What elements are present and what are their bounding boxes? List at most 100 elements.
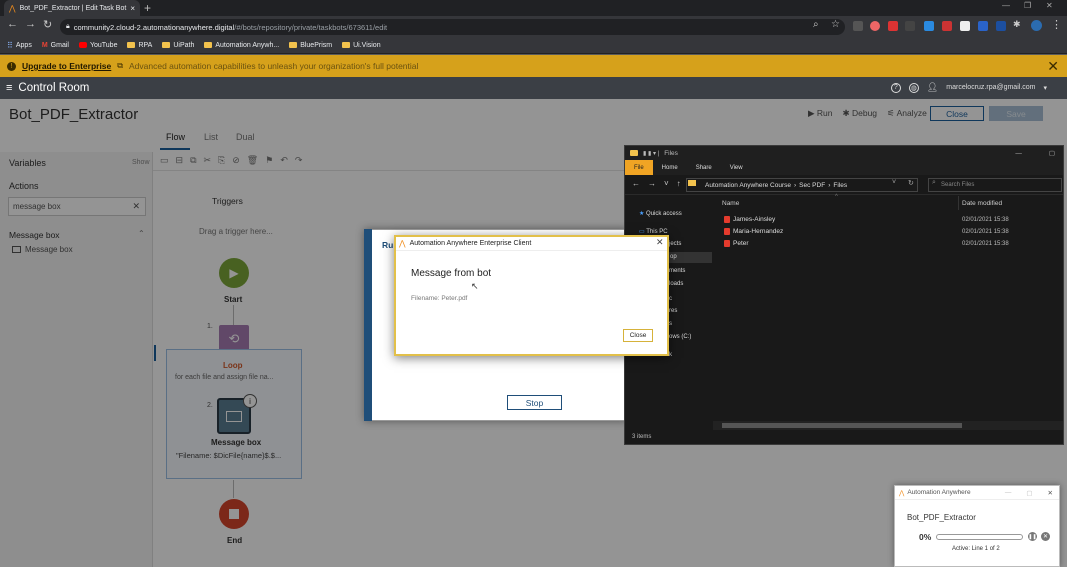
stop-icon[interactable]: ✕ xyxy=(1041,532,1050,541)
minimize-icon[interactable]: — xyxy=(1015,150,1022,157)
bookmarks-bar: ⠿ Apps M Gmail YouTube RPA UiPath Automati… xyxy=(0,37,1067,54)
column-header-name[interactable]: Name xyxy=(722,200,739,207)
extension-icon[interactable] xyxy=(853,21,863,31)
pause-icon[interactable]: ❚❚ xyxy=(1028,532,1037,541)
bookmark-apps[interactable]: ⠿ Apps xyxy=(7,41,32,50)
explorer-nav-buttons: ← → ˅ ↑ xyxy=(632,179,681,188)
maximize-icon[interactable]: ❐ xyxy=(1024,1,1031,10)
quick-access-toolbar-icon[interactable]: ▮ ▮ ▾ | xyxy=(643,150,659,157)
nav-item[interactable]: op xyxy=(670,254,677,260)
forward-icon[interactable]: → xyxy=(648,179,656,188)
app-title: Control Room xyxy=(18,82,90,94)
banner-close-icon[interactable]: ✕ xyxy=(1047,58,1059,75)
banner-message: Advanced automation capabilities to unle… xyxy=(129,61,419,71)
bookmark-rpa[interactable]: RPA xyxy=(127,42,152,49)
file-row[interactable]: Peter xyxy=(724,240,749,247)
help-icon[interactable]: ? xyxy=(890,82,901,93)
hamburger-menu-icon[interactable]: ≡ xyxy=(6,82,12,94)
window-close-icon[interactable]: ✕ xyxy=(1046,1,1053,10)
nav-item[interactable]: loads xyxy=(669,281,683,287)
file-row[interactable]: James-Ainsley xyxy=(724,216,775,223)
ribbon-tab-file[interactable]: File xyxy=(625,160,653,175)
explorer-status: 3 items xyxy=(632,434,652,440)
folder-icon xyxy=(204,42,213,48)
extension-icon[interactable] xyxy=(870,21,880,31)
maximize-icon[interactable]: ▢ xyxy=(1026,489,1032,497)
bookmark-automation-anywhere[interactable]: Automation Anywh... xyxy=(204,42,279,49)
explorer-path-bar[interactable]: Automation Anywhere Course › Sec PDF › Fil… xyxy=(686,178,918,192)
ribbon-tab-home[interactable]: Home xyxy=(653,160,687,175)
address-bar[interactable]: 🔒︎ community2.cloud-2.automationanywhere… xyxy=(60,19,845,35)
folder-icon xyxy=(688,180,696,186)
pdf-file-icon xyxy=(724,216,730,223)
extension-icon[interactable] xyxy=(978,21,988,31)
back-icon[interactable]: ← xyxy=(7,18,18,30)
chevron-down-icon[interactable]: ▾ xyxy=(1043,84,1047,92)
extension-icon[interactable] xyxy=(960,21,970,31)
star-icon: ★ xyxy=(639,211,647,217)
profile-avatar[interactable] xyxy=(1031,20,1042,31)
path-dropdown-icon[interactable]: ˅ xyxy=(892,179,896,186)
file-date: 02/01/2021 15:38 xyxy=(962,217,1009,223)
nav-this-pc[interactable]: ▭ This PC xyxy=(639,228,668,235)
column-header-date[interactable]: Date modified xyxy=(962,200,1002,207)
recent-chevron-icon[interactable]: ˅ xyxy=(664,179,669,188)
scrollbar-thumb[interactable] xyxy=(722,423,962,428)
nav-item[interactable]: s xyxy=(669,321,672,327)
stop-button[interactable]: Stop xyxy=(507,395,562,410)
bookmark-uivision[interactable]: Ui.Vision xyxy=(342,42,381,49)
upgrade-link[interactable]: Upgrade to Enterprise xyxy=(22,61,111,71)
bookmark-uipath[interactable]: UiPath xyxy=(162,42,194,49)
file-row[interactable]: Maria-Hernandez xyxy=(724,228,783,235)
user-email[interactable]: marcelocruz.rpa@gmail.com xyxy=(946,84,1035,91)
folder-icon xyxy=(127,42,136,48)
bookmark-blueprism[interactable]: BluePrism xyxy=(289,42,332,49)
youtube-icon xyxy=(78,42,87,48)
message-dialog-titlebar: ⋀ Automation Anywhere Enterprise Client xyxy=(396,237,667,251)
folder-icon xyxy=(162,42,171,48)
ribbon-tab-share[interactable]: Share xyxy=(687,160,721,175)
column-divider[interactable] xyxy=(958,196,959,210)
dialog-close-icon[interactable]: ✕ xyxy=(656,237,664,248)
refresh-icon[interactable]: ↻ xyxy=(908,179,914,187)
nav-quick-access[interactable]: ★ Quick access xyxy=(639,210,682,217)
lock-icon: 🔒︎ xyxy=(66,23,70,30)
info-icon: ! xyxy=(7,61,16,71)
forward-icon[interactable]: → xyxy=(25,18,36,30)
nav-item[interactable]: ows (C:) xyxy=(669,334,691,340)
message-close-button[interactable]: Close xyxy=(623,329,653,342)
nav-item[interactable]: c xyxy=(669,296,672,302)
extension-icon[interactable] xyxy=(924,21,934,31)
extension-icon[interactable] xyxy=(942,21,952,31)
extension-icon[interactable] xyxy=(996,21,1006,31)
bookmark-star-icon[interactable]: ☆ xyxy=(831,19,840,30)
explorer-search-input[interactable]: Search Files xyxy=(928,178,1062,192)
chrome-menu-icon[interactable]: ⋮ xyxy=(1051,18,1062,31)
extensions-puzzle-icon[interactable]: ✱ xyxy=(1013,19,1021,30)
new-tab-button[interactable]: + xyxy=(144,1,151,15)
bookmark-youtube[interactable]: YouTube xyxy=(78,42,117,49)
bookmark-gmail[interactable]: M Gmail xyxy=(42,42,69,49)
maximize-icon[interactable]: ▢ xyxy=(1049,149,1055,157)
minimize-icon[interactable]: — xyxy=(1002,1,1010,10)
tab-close-icon[interactable]: × xyxy=(130,4,135,13)
nav-item[interactable]: res xyxy=(669,308,677,314)
nav-item[interactable]: jects xyxy=(669,241,681,247)
extension-icon[interactable] xyxy=(888,21,898,31)
browser-tab[interactable]: ⋀ Bot_PDF_Extractor | Edit Task Bot × xyxy=(4,0,140,16)
progress-percent: 0% xyxy=(919,532,932,542)
minimize-icon[interactable]: — xyxy=(1005,489,1012,496)
aa-logo-icon: ⋀ xyxy=(899,489,905,497)
message-dialog-title: Automation Anywhere Enterprise Client xyxy=(409,240,532,247)
nav-item[interactable]: ments xyxy=(669,268,685,274)
ribbon-tab-view[interactable]: View xyxy=(721,160,752,175)
window-close-icon[interactable]: ✕ xyxy=(1048,489,1053,497)
globe-icon[interactable]: ◍ xyxy=(908,82,919,93)
up-icon[interactable]: ↑ xyxy=(677,179,681,188)
message-text: Filename: Peter.pdf xyxy=(411,295,468,302)
back-icon[interactable]: ← xyxy=(632,179,640,188)
mouse-cursor-icon: ↖ xyxy=(471,281,479,291)
extension-icon[interactable] xyxy=(905,21,915,31)
reload-icon[interactable]: ↻ xyxy=(43,18,52,31)
zoom-icon[interactable]: ⌕ xyxy=(813,19,819,30)
